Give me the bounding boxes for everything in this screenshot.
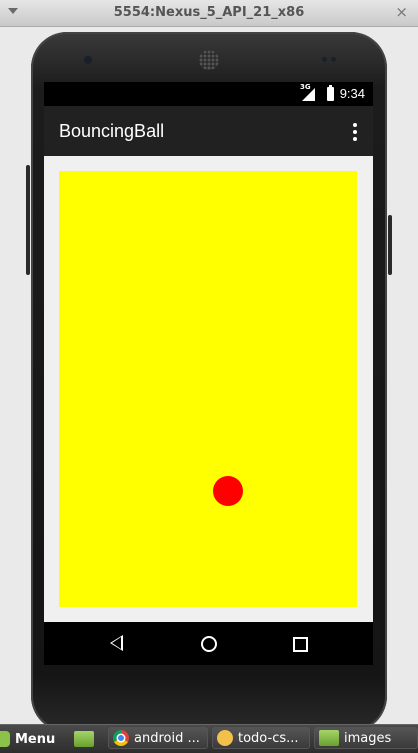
files-launcher[interactable]: [70, 725, 100, 753]
window-title: 5554:Nexus_5_API_21_x86: [113, 5, 305, 20]
taskbar-item-images[interactable]: images: [314, 727, 418, 749]
navigation-bar: [44, 622, 373, 665]
app-content: [44, 156, 373, 622]
volume-button[interactable]: [388, 215, 392, 275]
front-camera-icon: [84, 56, 92, 64]
taskbar-item-label: images: [344, 730, 392, 746]
overflow-menu-icon[interactable]: [353, 123, 357, 141]
folder-icon: [74, 731, 94, 747]
status-time: 9:34: [339, 86, 365, 101]
start-menu-label: Menu: [15, 731, 56, 747]
taskbar: Menu android ... todo-cs... images: [0, 724, 418, 753]
home-icon[interactable]: [201, 636, 217, 652]
app-title: BouncingBall: [59, 121, 165, 141]
taskbar-item-label: todo-cs...: [238, 730, 299, 746]
device-screen: 3G 9:34 BouncingBall: [44, 82, 373, 665]
sensor-icon: [322, 57, 327, 62]
back-icon[interactable]: [110, 635, 123, 651]
earpiece-speaker-icon: [199, 50, 219, 70]
recents-icon[interactable]: [293, 637, 308, 652]
mint-logo-icon: [0, 731, 10, 747]
chrome-icon: [113, 730, 129, 746]
window-close-icon[interactable]: ×: [395, 3, 408, 21]
folder-icon: [319, 730, 339, 746]
text-editor-icon: [217, 730, 233, 746]
window-title-bar: 5554:Nexus_5_API_21_x86 ×: [0, 0, 418, 27]
sensor-icon: [331, 57, 336, 62]
signal-icon: [302, 88, 315, 101]
battery-icon: [327, 85, 334, 101]
power-button[interactable]: [26, 165, 30, 275]
status-bar: 3G 9:34: [44, 82, 373, 106]
taskbar-item-todo[interactable]: todo-cs...: [212, 727, 310, 749]
ball: [213, 476, 243, 506]
taskbar-item-android[interactable]: android ...: [108, 727, 208, 749]
bouncing-ball-canvas[interactable]: [59, 171, 357, 607]
taskbar-item-label: android ...: [134, 730, 200, 746]
start-menu-button[interactable]: Menu: [0, 725, 66, 753]
action-bar: BouncingBall: [44, 106, 373, 156]
